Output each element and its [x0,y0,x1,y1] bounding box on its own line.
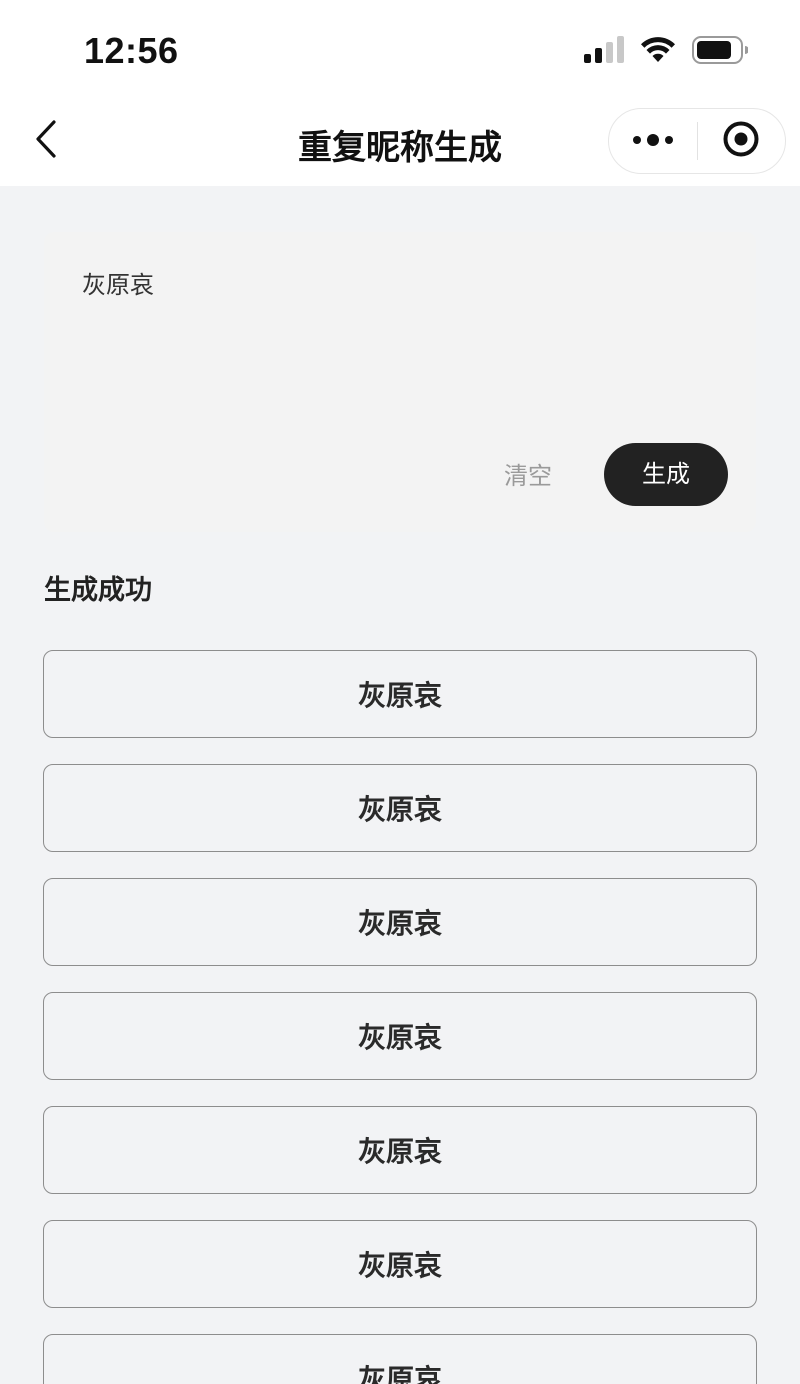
result-item[interactable]: 灰原哀 [43,878,757,966]
app-screen: 12:56 重复昵称生成 灰原哀 清空 生成 生成成功 灰原哀 灰原哀 灰原哀 … [0,0,800,1384]
nickname-input[interactable] [82,268,682,296]
status-time: 12:56 [84,30,179,71]
close-button[interactable] [698,109,786,173]
result-item[interactable]: 灰原哀 [43,1334,757,1384]
results-title: 生成成功 [44,575,152,606]
result-item[interactable]: 灰原哀 [43,1220,757,1308]
result-item[interactable]: 灰原哀 [43,992,757,1080]
status-bar: 12:56 [0,0,800,104]
battery-icon [692,36,749,68]
result-item[interactable]: 灰原哀 [43,650,757,738]
result-item[interactable]: 灰原哀 [43,764,757,852]
result-list: 灰原哀 灰原哀 灰原哀 灰原哀 灰原哀 灰原哀 灰原哀 [43,650,757,1384]
target-circle-icon [722,120,760,162]
nickname-input-card: 清空 生成 [44,232,756,532]
more-button[interactable] [609,109,697,173]
clear-button[interactable]: 清空 [484,446,572,506]
nav-bar: 重复昵称生成 [0,104,800,186]
status-icons [584,36,749,68]
more-dots-icon [632,132,674,151]
cellular-signal-icon [584,36,624,68]
result-item[interactable]: 灰原哀 [43,1106,757,1194]
wifi-icon [640,36,676,68]
mini-program-capsule [608,108,786,174]
generate-button[interactable]: 生成 [604,443,728,506]
